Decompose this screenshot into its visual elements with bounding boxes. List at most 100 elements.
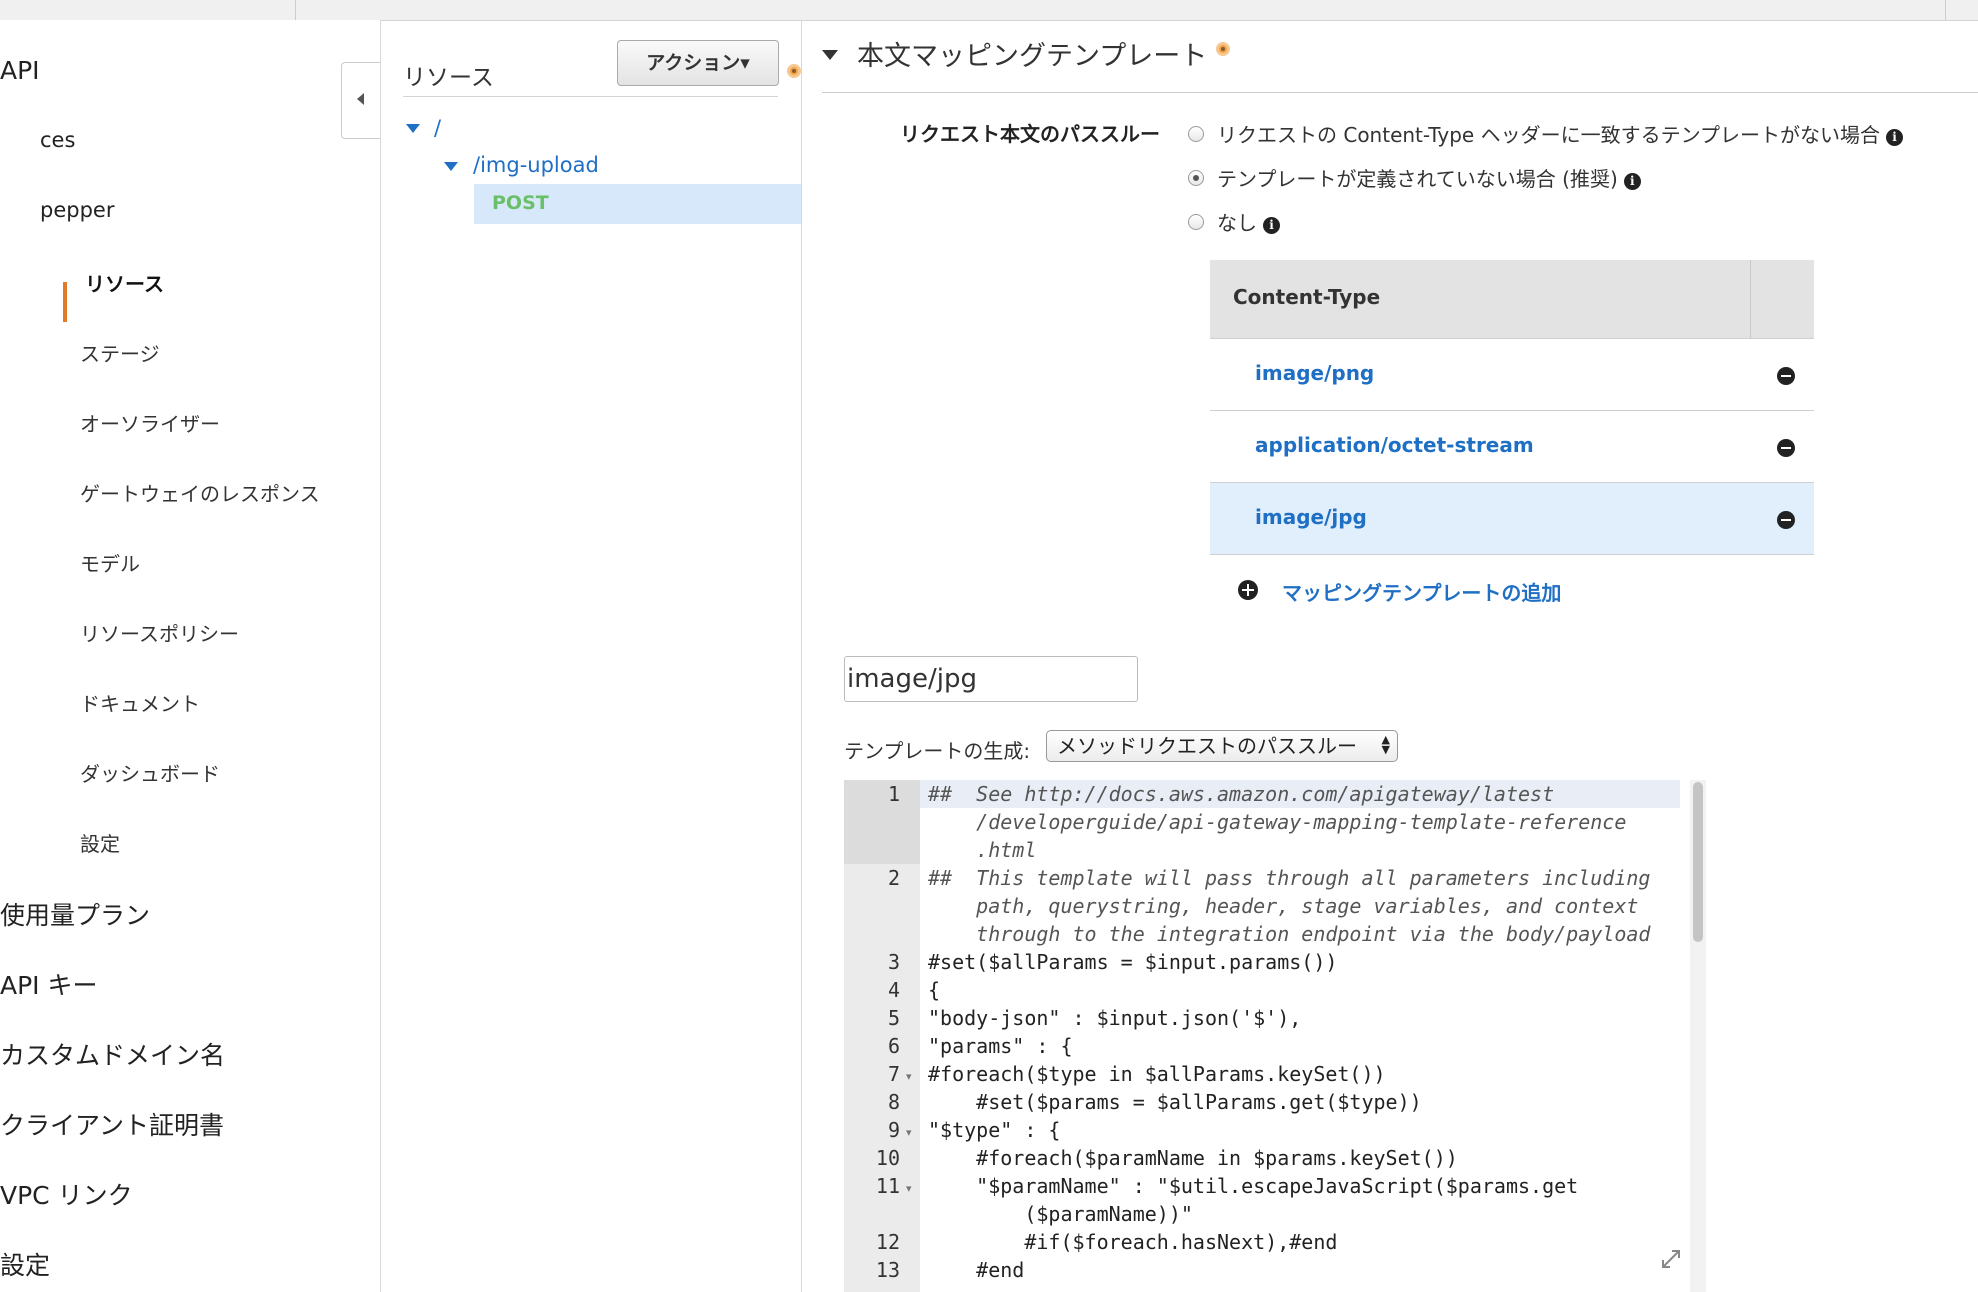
nav-api[interactable]: API [0, 56, 40, 85]
line-number: 1 [887, 782, 900, 806]
info-icon[interactable]: i [1263, 217, 1280, 234]
line-number: 9 [887, 1118, 900, 1142]
remove-circle-icon[interactable] [1777, 511, 1795, 529]
code-line: ($paramName))" [928, 1202, 1193, 1226]
resource-img-upload[interactable]: /img-upload [473, 153, 599, 177]
table-header: Content-Type [1210, 260, 1814, 339]
table-row[interactable]: application/octet-stream [1210, 411, 1814, 483]
radio-when-no-templates[interactable] [1188, 170, 1204, 186]
nav-item-documentation[interactable]: ドキュメント [80, 688, 200, 717]
resources-title: リソース [403, 65, 494, 91]
code-line: #set($params = $allParams.get($type)) [928, 1090, 1422, 1114]
code-line: "params" : { [928, 1034, 1073, 1058]
nav-item-stages[interactable]: ステージ [80, 338, 160, 367]
nav-api-pepper[interactable]: pepper [40, 198, 114, 222]
nav-item-settings[interactable]: 設定 [80, 828, 120, 857]
generate-template-label: テンプレートの生成: [844, 739, 1031, 763]
passthrough-label: リクエスト本文のパススルー [900, 122, 1160, 146]
line-number: 8 [887, 1090, 900, 1114]
radio-label-never: なし i [1217, 207, 1280, 236]
fold-arrow-icon[interactable]: ▾ [906, 1182, 912, 1195]
divider [822, 92, 1978, 93]
collapse-triangle-icon[interactable] [822, 50, 838, 60]
nav-item-models[interactable]: モデル [80, 548, 140, 577]
fold-arrow-icon[interactable]: ▾ [906, 1126, 912, 1139]
content-type-link[interactable]: image/jpg [1255, 505, 1367, 529]
code-line: "$paramName" : "$util.escapeJavaScript($… [928, 1174, 1579, 1198]
nav-item-resource-policy[interactable]: リソースポリシー [80, 618, 239, 647]
nav-api-keys[interactable]: API キー [0, 966, 98, 1002]
active-indicator [63, 282, 67, 322]
radio-never[interactable] [1188, 214, 1204, 230]
add-circle-icon[interactable] [1238, 580, 1258, 600]
line-number: 10 [875, 1146, 900, 1170]
main-content: 本文マッピングテンプレート リクエスト本文のパススルー リクエストの Conte… [802, 20, 1978, 1292]
expand-triangle-icon[interactable] [406, 124, 420, 133]
line-number: 6 [887, 1034, 900, 1058]
help-dot-icon[interactable] [787, 64, 801, 78]
template-code-editor[interactable]: 1 2 3 4 5 6 7 ▾ 8 9 ▾ 10 11 ▾ 12 13 ## S… [844, 780, 1712, 1292]
content-type-input[interactable] [844, 656, 1138, 702]
line-number: 13 [875, 1258, 900, 1282]
nav-api-ces[interactable]: ces [40, 128, 75, 152]
line-number: 7 [887, 1062, 900, 1086]
nav-client-certificates[interactable]: クライアント証明書 [0, 1106, 224, 1142]
code-line: "body-json" : $input.json('$'), [928, 1006, 1302, 1030]
expand-triangle-icon[interactable] [444, 162, 458, 171]
collapse-panel-button[interactable] [341, 62, 380, 139]
table-row[interactable]: image/png [1210, 339, 1814, 411]
nav-usage-plans[interactable]: 使用量プラン [0, 896, 150, 932]
remove-circle-icon[interactable] [1777, 439, 1795, 457]
help-dot-icon[interactable] [1216, 42, 1230, 56]
nav-item-gateway-responses[interactable]: ゲートウェイのレスポンス [80, 478, 320, 507]
nav-item-dashboard[interactable]: ダッシュボード [80, 758, 220, 787]
radio-when-no-match[interactable] [1188, 126, 1204, 142]
section-title: 本文マッピングテンプレート [857, 41, 1208, 72]
resources-panel: リソース アクション▾ / /img-upload POST [341, 20, 802, 1292]
left-navigation: API ces pepper リソース ステージ オーソライザー ゲートウェイの… [0, 20, 381, 1292]
remove-circle-icon[interactable] [1777, 367, 1795, 385]
code-line: #foreach($type in $allParams.keySet()) [928, 1062, 1386, 1086]
info-icon[interactable]: i [1885, 129, 1903, 146]
method-post-label: POST [492, 192, 549, 214]
line-number: 2 [887, 866, 900, 890]
column-header-content-type: Content-Type [1233, 285, 1381, 309]
fold-arrow-icon[interactable]: ▾ [906, 1070, 912, 1083]
top-bar [0, 0, 1978, 21]
code-line: #if($foreach.hasNext),#end [928, 1230, 1338, 1254]
table-row-selected[interactable]: image/jpg [1210, 483, 1814, 555]
line-number: 12 [875, 1230, 900, 1254]
info-icon[interactable]: i [1623, 173, 1641, 190]
editor-scrollbar-thumb[interactable] [1693, 782, 1703, 942]
divider [403, 96, 778, 97]
code-line: "$type" : { [928, 1118, 1061, 1142]
expand-icon[interactable] [1660, 1248, 1682, 1270]
content-type-link[interactable]: image/png [1255, 361, 1374, 385]
code-line: .html [928, 838, 1037, 862]
radio-label-when-no-templates: テンプレートが定義されていない場合 (推奨) i [1217, 163, 1641, 192]
line-number: 11 [875, 1174, 900, 1198]
code-line: /developerguide/api-gateway-mapping-temp… [928, 810, 1627, 834]
line-number: 5 [887, 1006, 900, 1030]
nav-custom-domains[interactable]: カスタムドメイン名 [0, 1036, 225, 1072]
code-line: #set($allParams = $input.params()) [928, 950, 1338, 974]
nav-settings[interactable]: 設定 [0, 1246, 50, 1282]
code-line: { [928, 978, 941, 1002]
line-number: 3 [887, 950, 900, 974]
nav-item-authorizers[interactable]: オーソライザー [80, 408, 220, 437]
actions-button[interactable]: アクション▾ [617, 40, 779, 86]
nav-item-resources[interactable]: リソース [85, 268, 164, 297]
select-arrows-icon: ▲ ▼ [1381, 733, 1390, 756]
code-line: ## This template will pass through all p… [928, 866, 1651, 890]
code-line: #foreach($paramName in $params.keySet()) [928, 1146, 1458, 1170]
method-post-row[interactable]: POST [474, 184, 801, 224]
resource-root[interactable]: / [434, 116, 441, 140]
content-type-link[interactable]: application/octet-stream [1255, 433, 1534, 457]
radio-label-when-no-match: リクエストの Content-Type ヘッダーに一致するテンプレートがない場合… [1217, 119, 1903, 148]
code-line: path, querystring, header, stage variabl… [928, 894, 1639, 918]
nav-vpc-links[interactable]: VPC リンク [0, 1176, 133, 1212]
code-line: through to the integration endpoint via … [928, 922, 1651, 946]
generate-template-select[interactable]: メソッドリクエストのパススルー ▲ ▼ [1046, 730, 1398, 762]
line-number: 4 [887, 978, 900, 1002]
add-mapping-template-link[interactable]: マッピングテンプレートの追加 [1282, 577, 1561, 606]
